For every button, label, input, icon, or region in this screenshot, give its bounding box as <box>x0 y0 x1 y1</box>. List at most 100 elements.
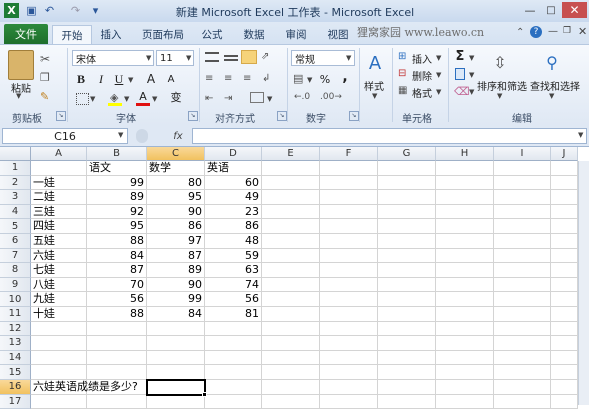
row-header-17[interactable]: 17 <box>0 394 31 409</box>
delete-dropdown-icon[interactable]: ▼ <box>436 71 441 79</box>
column-header-i[interactable]: I <box>494 147 551 161</box>
fill-color-dropdown-icon[interactable]: ▼ <box>124 95 129 103</box>
cell-f15[interactable] <box>320 365 378 380</box>
score-cell[interactable]: 89 <box>87 190 147 205</box>
cell-i14[interactable] <box>494 350 551 366</box>
cell-g6[interactable] <box>378 234 436 249</box>
score-cell[interactable]: 48 <box>205 234 262 249</box>
score-cell[interactable]: 99 <box>147 292 205 307</box>
minimize-icon[interactable]: — <box>520 2 540 18</box>
cell-i6[interactable] <box>494 234 551 249</box>
score-cell[interactable]: 70 <box>87 278 147 293</box>
sort-filter-dropdown-icon[interactable]: ▼ <box>497 92 502 100</box>
borders-dropdown-icon[interactable]: ▼ <box>90 95 95 103</box>
cell-a14[interactable] <box>31 350 87 366</box>
cell-j16[interactable] <box>551 380 578 395</box>
score-cell[interactable]: 86 <box>147 219 205 234</box>
name-cell[interactable]: 二娃 <box>31 190 87 205</box>
cell-i10[interactable] <box>494 292 551 307</box>
tab-view[interactable]: 视图 <box>322 25 354 44</box>
ribbon-collapse-icon[interactable]: ⌃ <box>516 27 524 38</box>
row-header-11[interactable]: 11 <box>0 307 31 322</box>
expand-formula-icon[interactable]: ▼ <box>578 131 583 139</box>
row-header-15[interactable]: 15 <box>0 365 31 380</box>
column-header-a[interactable]: A <box>31 147 87 161</box>
cell-g4[interactable] <box>378 204 436 220</box>
cell-d12[interactable] <box>205 321 262 337</box>
cell-h9[interactable] <box>436 277 494 293</box>
name-cell[interactable]: 十娃 <box>31 307 87 322</box>
cell-h3[interactable] <box>436 190 494 205</box>
score-cell[interactable]: 56 <box>205 292 262 307</box>
cell-g3[interactable] <box>378 190 436 205</box>
cell-i4[interactable] <box>494 204 551 220</box>
cell-j4[interactable] <box>551 204 578 220</box>
fill-handle[interactable] <box>202 391 207 397</box>
tab-home[interactable]: 开始 <box>52 25 92 45</box>
cell-c14[interactable] <box>147 350 205 366</box>
font-name-box[interactable]: 宋体 <box>72 50 154 66</box>
styles-button[interactable]: 样式 <box>364 78 384 93</box>
cell-j1[interactable] <box>551 161 578 176</box>
row-header-13[interactable]: 13 <box>0 336 31 351</box>
cell-c12[interactable] <box>147 321 205 337</box>
merge-center-icon[interactable] <box>250 92 264 103</box>
alignment-launcher-icon[interactable]: ↘ <box>277 111 287 121</box>
formula-bar-splitter[interactable] <box>136 129 148 143</box>
cell-e7[interactable] <box>262 248 320 264</box>
phonetic-button[interactable]: 变 <box>168 90 184 104</box>
name-box[interactable]: C16 <box>2 128 128 144</box>
score-cell[interactable]: 86 <box>205 219 262 234</box>
cell-e5[interactable] <box>262 219 320 234</box>
cell-b17[interactable] <box>87 394 147 409</box>
name-cell[interactable]: 五娃 <box>31 234 87 249</box>
styles-dropdown-icon[interactable]: ▼ <box>372 92 377 100</box>
cell-h4[interactable] <box>436 204 494 220</box>
cell-i16[interactable] <box>494 380 551 395</box>
cell-e17[interactable] <box>262 394 320 409</box>
cell-j11[interactable] <box>551 307 578 322</box>
active-cell-c16[interactable] <box>146 379 206 396</box>
font-color-button[interactable]: A <box>136 90 150 103</box>
cell-a12[interactable] <box>31 321 87 337</box>
cell-h8[interactable] <box>436 263 494 278</box>
cell-i8[interactable] <box>494 263 551 278</box>
score-cell[interactable]: 90 <box>147 278 205 293</box>
column-header-d[interactable]: D <box>205 147 262 161</box>
orientation-icon[interactable]: ⇗ <box>261 51 269 62</box>
row-header-4[interactable]: 4 <box>0 204 31 220</box>
excel-logo-icon[interactable]: X <box>4 3 19 18</box>
font-size-dropdown-icon[interactable]: ▼ <box>186 54 191 62</box>
cell-i9[interactable] <box>494 277 551 293</box>
row-header-16[interactable]: 16 <box>0 380 31 395</box>
cell-g12[interactable] <box>378 321 436 337</box>
find-select-dropdown-icon[interactable]: ▼ <box>549 92 554 100</box>
row-header-5[interactable]: 5 <box>0 219 31 234</box>
sort-filter-button[interactable]: 排序和筛选 <box>477 78 527 93</box>
cell-e2[interactable] <box>262 175 320 191</box>
row-header-12[interactable]: 12 <box>0 321 31 337</box>
vertical-scrollbar[interactable] <box>578 161 589 405</box>
delete-cells-icon[interactable]: ⊟ <box>398 68 406 79</box>
format-dropdown-icon[interactable]: ▼ <box>436 88 441 96</box>
cell-j8[interactable] <box>551 263 578 278</box>
cell-g2[interactable] <box>378 175 436 191</box>
cell-i1[interactable] <box>494 161 551 176</box>
cell-a15[interactable] <box>31 365 87 380</box>
cell-h10[interactable] <box>436 292 494 307</box>
cell-g17[interactable] <box>378 394 436 409</box>
cell-g13[interactable] <box>378 336 436 351</box>
cell-e3[interactable] <box>262 190 320 205</box>
score-cell[interactable]: 59 <box>205 249 262 264</box>
score-cell[interactable]: 99 <box>87 176 147 191</box>
cell-e14[interactable] <box>262 350 320 366</box>
copy-icon[interactable]: ❐ <box>40 71 50 84</box>
score-cell[interactable]: 87 <box>87 263 147 278</box>
cell-j3[interactable] <box>551 190 578 205</box>
score-cell[interactable]: 84 <box>87 249 147 264</box>
cell-f11[interactable] <box>320 307 378 322</box>
cell-f6[interactable] <box>320 234 378 249</box>
score-cell[interactable]: 56 <box>87 292 147 307</box>
accounting-dropdown-icon[interactable]: ▼ <box>307 76 312 84</box>
name-cell[interactable]: 三娃 <box>31 205 87 220</box>
